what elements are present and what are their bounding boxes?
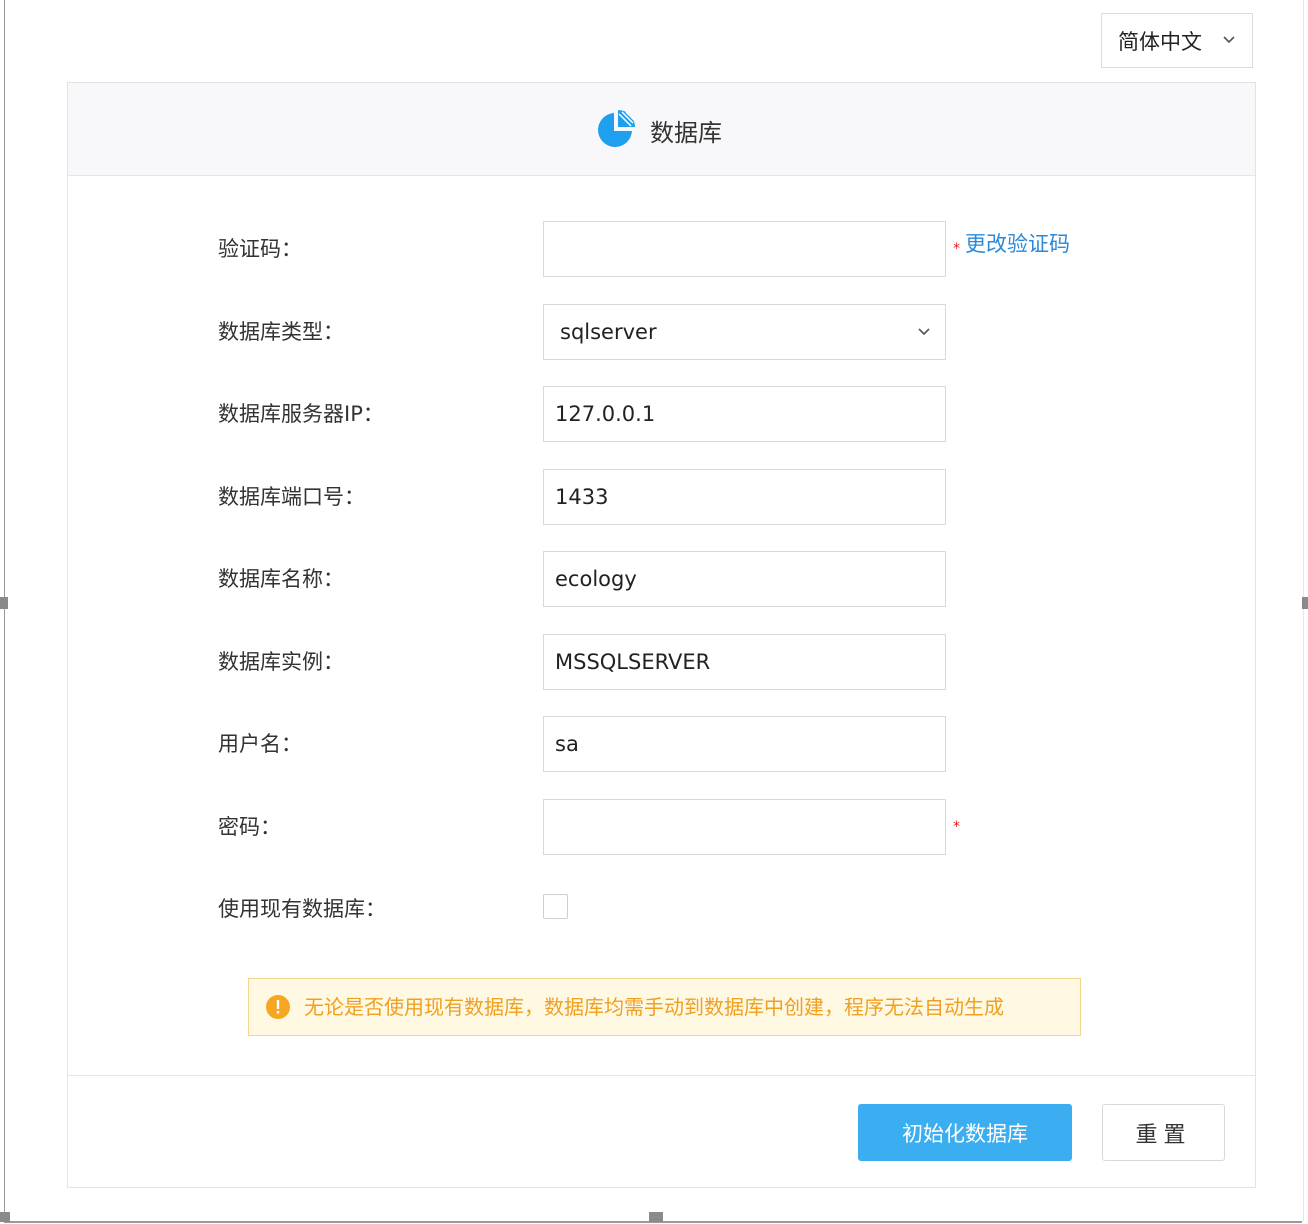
window-frame-left	[4, 0, 5, 1222]
warning-notice: 无论是否使用现有数据库，数据库均需手动到数据库中创建，程序无法自动生成	[248, 978, 1081, 1036]
instance-input[interactable]	[543, 634, 946, 690]
chevron-down-icon	[1223, 36, 1235, 44]
footer-divider	[68, 1075, 1255, 1076]
username-label: 用户名：	[218, 732, 302, 756]
resize-handle-left[interactable]	[0, 597, 8, 609]
password-row: 密码： *	[68, 799, 1255, 855]
captcha-required-mark: *	[953, 241, 960, 257]
database-setup-card: 数据库 验证码： * 更改验证码 数据库类型： sqlserver 数据库服务器…	[67, 82, 1256, 1188]
db-type-select[interactable]: sqlserver	[543, 304, 946, 360]
warning-text: 无论是否使用现有数据库，数据库均需手动到数据库中创建，程序无法自动生成	[304, 995, 1004, 1019]
password-input[interactable]	[543, 799, 946, 855]
username-input[interactable]	[543, 716, 946, 772]
chevron-down-icon	[918, 328, 930, 336]
change-captcha-link[interactable]: 更改验证码	[965, 221, 1070, 267]
window-frame-right	[1303, 0, 1304, 1222]
captcha-label: 验证码：	[218, 237, 302, 261]
card-title: 数据库	[650, 119, 722, 147]
resize-handle-bottom[interactable]	[649, 1212, 663, 1222]
db-name-label: 数据库名称：	[218, 567, 344, 591]
init-database-button[interactable]: 初始化数据库	[858, 1104, 1072, 1161]
db-name-row: 数据库名称：	[68, 551, 1255, 607]
password-required-mark: *	[953, 819, 960, 835]
username-row: 用户名：	[68, 716, 1255, 772]
db-type-row: 数据库类型： sqlserver	[68, 304, 1255, 360]
language-select-value: 简体中文	[1118, 29, 1202, 54]
server-ip-label: 数据库服务器IP：	[218, 402, 384, 426]
reset-button[interactable]: 重置	[1102, 1104, 1225, 1161]
pie-chart-icon	[598, 110, 635, 147]
use-existing-label: 使用现有数据库：	[218, 897, 386, 921]
db-type-label: 数据库类型：	[218, 320, 344, 344]
server-ip-input[interactable]	[543, 386, 946, 442]
instance-row: 数据库实例：	[68, 634, 1255, 690]
language-select[interactable]: 简体中文	[1101, 13, 1253, 68]
captcha-input[interactable]	[543, 221, 946, 277]
warning-icon	[266, 995, 290, 1019]
password-label: 密码：	[218, 815, 281, 839]
use-existing-row: 使用现有数据库：	[68, 881, 1255, 937]
resize-handle-right[interactable]	[1302, 597, 1308, 609]
server-ip-row: 数据库服务器IP：	[68, 386, 1255, 442]
port-label: 数据库端口号：	[218, 485, 365, 509]
resize-handle-bottom-left[interactable]	[0, 1212, 10, 1222]
port-input[interactable]	[543, 469, 946, 525]
port-row: 数据库端口号：	[68, 469, 1255, 525]
card-header: 数据库	[68, 83, 1255, 176]
db-type-value: sqlserver	[560, 320, 657, 344]
captcha-row: 验证码： * 更改验证码	[68, 221, 1255, 277]
db-name-input[interactable]	[543, 551, 946, 607]
use-existing-checkbox[interactable]	[543, 894, 568, 919]
instance-label: 数据库实例：	[218, 650, 344, 674]
